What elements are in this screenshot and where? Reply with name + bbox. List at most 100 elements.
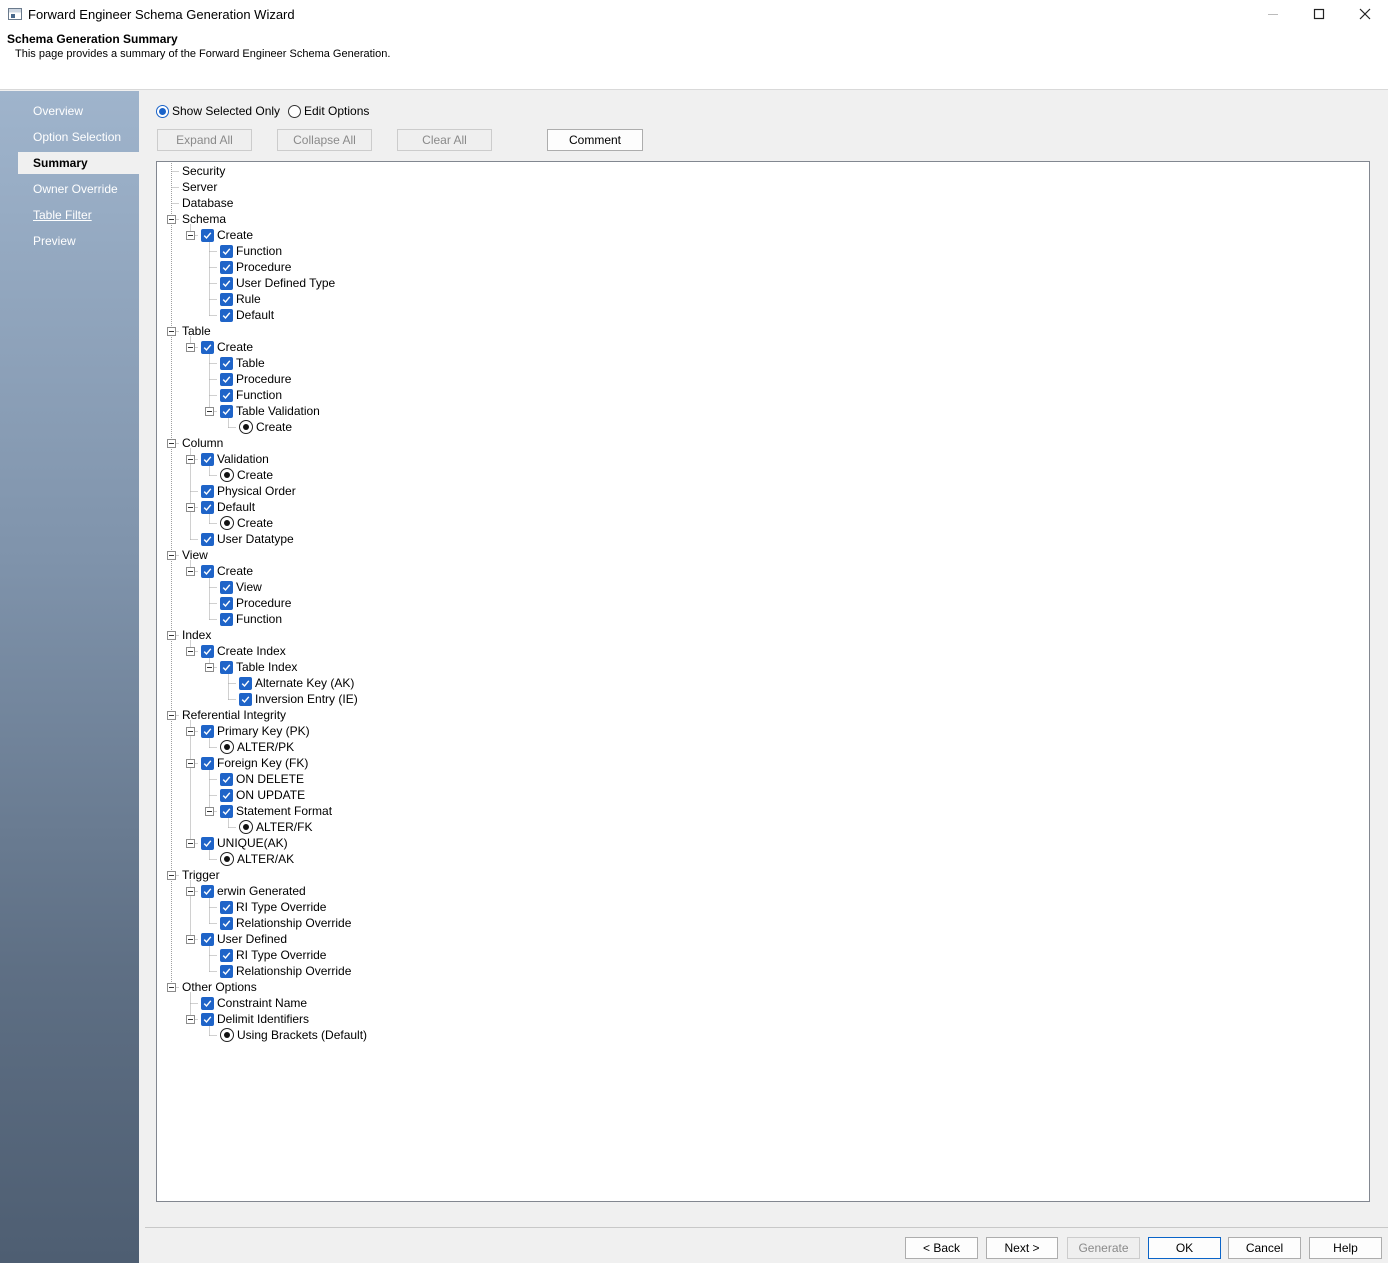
tree-node[interactable]: Create — [201, 563, 253, 579]
tree-node-checkbox[interactable] — [201, 564, 214, 578]
comment-button[interactable]: Comment — [547, 129, 643, 151]
tree-node[interactable]: View — [220, 579, 262, 595]
tree-node[interactable]: Delimit Identifiers — [201, 1011, 309, 1027]
tree-node[interactable]: User Defined Type — [220, 275, 335, 291]
tree-node[interactable]: Relationship Override — [220, 915, 351, 931]
tree-node[interactable]: View — [182, 547, 208, 563]
tree-node[interactable]: Relationship Override — [220, 963, 351, 979]
collapse-icon[interactable] — [186, 839, 195, 848]
summary-tree[interactable]: Security Server Database Schema Create Functi… — [156, 161, 1370, 1202]
tree-node[interactable]: Using Brackets (Default) — [220, 1027, 367, 1043]
tree-node-checkbox[interactable] — [201, 724, 214, 738]
tree-node[interactable]: Procedure — [220, 371, 291, 387]
collapse-icon[interactable] — [167, 439, 176, 448]
tree-node[interactable]: Create — [220, 467, 273, 483]
tree-node-checkbox[interactable] — [201, 452, 214, 466]
collapse-icon[interactable] — [167, 215, 176, 224]
tree-node[interactable]: Primary Key (PK) — [201, 723, 310, 739]
tree-node[interactable]: Database — [182, 195, 233, 211]
collapse-icon[interactable] — [167, 327, 176, 336]
tree-node[interactable]: RI Type Override — [220, 947, 326, 963]
tree-node-checkbox[interactable] — [220, 660, 233, 674]
tree-node-checkbox[interactable] — [220, 244, 233, 258]
tree-node-checkbox[interactable] — [220, 276, 233, 290]
collapse-icon[interactable] — [186, 887, 195, 896]
collapse-icon[interactable] — [205, 807, 214, 816]
tree-node[interactable]: UNIQUE(AK) — [201, 835, 288, 851]
tree-node[interactable]: ON UPDATE — [220, 787, 305, 803]
generate-button[interactable]: Generate — [1067, 1237, 1140, 1259]
collapse-icon[interactable] — [186, 647, 195, 656]
clear-all-button[interactable]: Clear All — [397, 129, 492, 151]
tree-node[interactable]: Procedure — [220, 595, 291, 611]
tree-node[interactable]: Rule — [220, 291, 261, 307]
tree-node[interactable]: Table Index — [220, 659, 297, 675]
tree-node-checkbox[interactable] — [201, 484, 214, 498]
collapse-icon[interactable] — [186, 231, 195, 240]
tree-node[interactable]: Create — [201, 339, 253, 355]
collapse-icon[interactable] — [167, 631, 176, 640]
tree-node-radio[interactable] — [220, 740, 234, 754]
edit-options-radio[interactable] — [288, 104, 301, 118]
tree-node[interactable]: Default — [201, 499, 255, 515]
tree-node[interactable]: Create — [220, 515, 273, 531]
tree-node[interactable]: User Datatype — [201, 531, 294, 547]
collapse-icon[interactable] — [186, 567, 195, 576]
collapse-icon[interactable] — [167, 983, 176, 992]
collapse-icon[interactable] — [205, 663, 214, 672]
minimize-button[interactable] — [1250, 0, 1296, 28]
tree-node-checkbox[interactable] — [220, 308, 233, 322]
collapse-all-button[interactable]: Collapse All — [277, 129, 372, 151]
tree-node-checkbox[interactable] — [220, 580, 233, 594]
tree-node-radio[interactable] — [220, 468, 234, 482]
tree-node[interactable]: Statement Format — [220, 803, 332, 819]
tree-node[interactable]: Function — [220, 611, 282, 627]
tree-node[interactable]: Create — [201, 227, 253, 243]
maximize-button[interactable] — [1296, 0, 1342, 28]
tree-node-checkbox[interactable] — [201, 932, 214, 946]
sidebar-item-preview[interactable]: Preview — [18, 230, 139, 252]
back-button[interactable]: < Back — [905, 1237, 978, 1259]
tree-node[interactable]: Other Options — [182, 979, 257, 995]
tree-node-checkbox[interactable] — [201, 836, 214, 850]
tree-node-radio[interactable] — [239, 420, 253, 434]
tree-node-checkbox[interactable] — [201, 644, 214, 658]
collapse-icon[interactable] — [186, 503, 195, 512]
tree-node-radio[interactable] — [220, 516, 234, 530]
tree-node[interactable]: Alternate Key (AK) — [239, 675, 354, 691]
tree-node[interactable]: Column — [182, 435, 223, 451]
sidebar-item-summary[interactable]: Summary — [18, 152, 139, 174]
next-button[interactable]: Next > — [986, 1237, 1058, 1259]
tree-node[interactable]: erwin Generated — [201, 883, 306, 899]
collapse-icon[interactable] — [186, 343, 195, 352]
tree-node[interactable]: Table — [182, 323, 211, 339]
collapse-icon[interactable] — [186, 759, 195, 768]
tree-node-checkbox[interactable] — [220, 260, 233, 274]
tree-node[interactable]: Schema — [182, 211, 226, 227]
sidebar-item-option-selection[interactable]: Option Selection — [18, 126, 139, 148]
tree-node[interactable]: Function — [220, 387, 282, 403]
tree-node-checkbox[interactable] — [220, 372, 233, 386]
collapse-icon[interactable] — [167, 711, 176, 720]
tree-node-checkbox[interactable] — [220, 804, 233, 818]
show-selected-only-radio[interactable] — [156, 104, 169, 118]
tree-node-checkbox[interactable] — [239, 692, 252, 706]
tree-node[interactable]: Server — [182, 179, 217, 195]
tree-node[interactable]: User Defined — [201, 931, 287, 947]
tree-node-checkbox[interactable] — [220, 948, 233, 962]
tree-node-checkbox[interactable] — [220, 596, 233, 610]
tree-node[interactable]: ALTER/AK — [220, 851, 294, 867]
tree-node[interactable]: Security — [182, 163, 225, 179]
tree-node-checkbox[interactable] — [220, 772, 233, 786]
tree-node[interactable]: Inversion Entry (IE) — [239, 691, 358, 707]
tree-node[interactable]: Procedure — [220, 259, 291, 275]
tree-node[interactable]: Constraint Name — [201, 995, 307, 1011]
collapse-icon[interactable] — [186, 935, 195, 944]
tree-node-radio[interactable] — [220, 852, 234, 866]
tree-node[interactable]: Referential Integrity — [182, 707, 286, 723]
tree-node-checkbox[interactable] — [220, 916, 233, 930]
collapse-icon[interactable] — [205, 407, 214, 416]
tree-node-checkbox[interactable] — [201, 756, 214, 770]
collapse-icon[interactable] — [186, 727, 195, 736]
tree-node-checkbox[interactable] — [220, 788, 233, 802]
